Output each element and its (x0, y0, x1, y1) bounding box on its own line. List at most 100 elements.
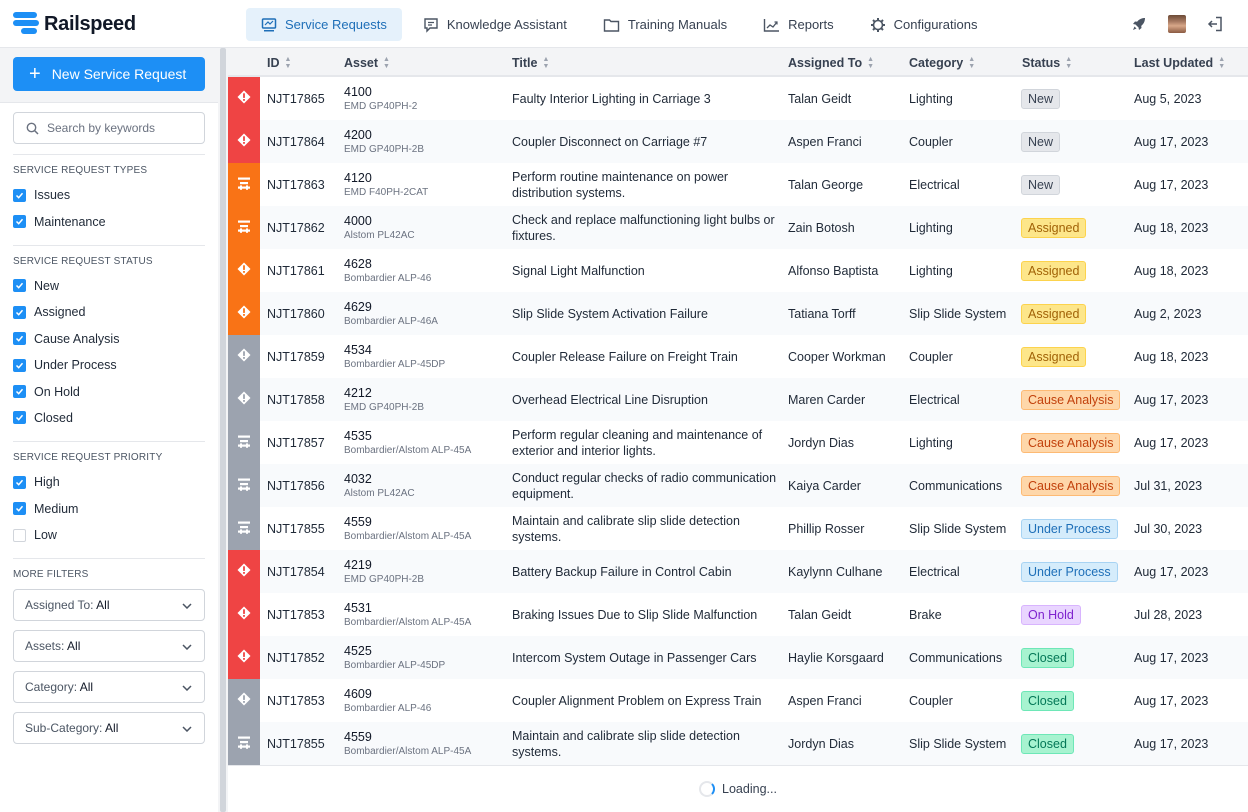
filter-low[interactable]: Low (0, 522, 218, 548)
table-row[interactable]: NJT17857 4535 Bombardier/Alstom ALP-45A Per… (228, 421, 1248, 464)
cell-id[interactable]: NJT17853 (267, 593, 325, 636)
status-badge: New (1021, 174, 1061, 195)
cell-status: Cause Analysis (1021, 464, 1121, 507)
cell-last-updated: Aug 17, 2023 (1134, 120, 1208, 163)
cell-id[interactable]: NJT17854 (267, 550, 325, 593)
checkbox-checked[interactable] (13, 502, 26, 516)
filter-on-hold[interactable]: On Hold (0, 378, 218, 404)
logout-icon[interactable] (1204, 13, 1226, 35)
cell-id[interactable]: NJT17862 (267, 206, 325, 249)
new-service-request-button[interactable]: + New Service Request (13, 57, 205, 91)
column-header-last-updated[interactable]: Last Updated ▲ ▼ (1134, 56, 1225, 70)
filter-cause-analysis[interactable]: Cause Analysis (0, 326, 218, 352)
filter-dropdown-sub-category[interactable]: Sub-Category: All (13, 712, 205, 745)
checkbox-checked[interactable] (13, 305, 26, 319)
rocket-icon[interactable] (1128, 13, 1150, 35)
cell-id[interactable]: NJT17857 (267, 421, 325, 464)
app-logo[interactable]: Railspeed (13, 12, 136, 36)
priority-indicator-high (228, 636, 260, 679)
table-row[interactable]: NJT17852 4525 Bombardier ALP-45DP Intercom … (228, 636, 1248, 679)
checkbox-checked[interactable] (13, 475, 26, 489)
issue-icon (237, 133, 251, 150)
scrollbar-thumb[interactable] (220, 48, 226, 812)
table-row[interactable]: NJT17862 4000 Alstom PL42AC Check and repla… (228, 206, 1248, 249)
assignee-name: Jordyn Dias (788, 435, 854, 450)
table-row[interactable]: NJT17856 4032 Alstom PL42AC Conduct regular… (228, 464, 1248, 507)
filter-dropdown-assets[interactable]: Assets: All (13, 630, 205, 663)
cell-id[interactable]: NJT17860 (267, 292, 325, 335)
table-row[interactable]: NJT17861 4628 Bombardier ALP-46 Signal Ligh… (228, 249, 1248, 292)
cell-id[interactable]: NJT17855 (267, 722, 325, 765)
table-row[interactable]: NJT17860 4629 Bombardier ALP-46A Slip Slide… (228, 292, 1248, 335)
table-row[interactable]: NJT17864 4200 EMD GP40PH-2B Coupler Disconn… (228, 120, 1248, 163)
column-header-status[interactable]: Status ▲ ▼ (1022, 56, 1072, 70)
request-id: NJT17852 (267, 650, 325, 665)
filter-issues[interactable]: Issues (0, 182, 218, 208)
cell-last-updated: Aug 2, 2023 (1134, 292, 1201, 335)
cell-id[interactable]: NJT17859 (267, 335, 325, 378)
table-row[interactable]: NJT17858 4212 EMD GP40PH-2B Overhead Electr… (228, 378, 1248, 421)
checkbox-unchecked[interactable] (13, 528, 26, 542)
cell-last-updated: Aug 18, 2023 (1134, 206, 1208, 249)
cell-assigned-to: Talan Geidt (788, 77, 851, 120)
table-row[interactable]: NJT17855 4559 Bombardier/Alstom ALP-45A Mai… (228, 722, 1248, 765)
column-header-category[interactable]: Category ▲ ▼ (909, 56, 975, 70)
checkbox-checked[interactable] (13, 279, 26, 293)
cell-id[interactable]: NJT17865 (267, 77, 325, 120)
filter-medium[interactable]: Medium (0, 496, 218, 522)
status-badge: Closed (1021, 690, 1074, 711)
nav-training-manuals[interactable]: Training Manuals (588, 8, 742, 41)
checkbox-checked[interactable] (13, 188, 26, 202)
search-input[interactable] (47, 121, 197, 135)
column-header-asset[interactable]: Asset ▲ ▼ (344, 56, 390, 70)
request-title: Intercom System Outage in Passenger Cars (512, 650, 757, 665)
cell-id[interactable]: NJT17863 (267, 163, 325, 206)
section-title-status: SERVICE REQUEST STATUS (13, 255, 153, 267)
filter-closed[interactable]: Closed (0, 405, 218, 431)
cell-id[interactable]: NJT17856 (267, 464, 325, 507)
cell-id[interactable]: NJT17853 (267, 679, 325, 722)
search-field[interactable] (13, 112, 205, 144)
checkbox-checked[interactable] (13, 215, 26, 229)
filter-under-process[interactable]: Under Process (0, 352, 218, 378)
column-header-assigned-to[interactable]: Assigned To ▲ ▼ (788, 56, 874, 70)
table-row[interactable]: NJT17853 4531 Bombardier/Alstom ALP-45A Bra… (228, 593, 1248, 636)
checkbox-checked[interactable] (13, 358, 26, 372)
nav-service-requests[interactable]: Service Requests (246, 8, 402, 41)
table-row[interactable]: NJT17853 4609 Bombardier ALP-46 Coupler Ali… (228, 679, 1248, 722)
user-avatar[interactable] (1166, 13, 1188, 35)
request-title: Conduct regular checks of radio communic… (512, 470, 777, 501)
checkbox-checked[interactable] (13, 411, 26, 425)
checkbox-checked[interactable] (13, 332, 26, 346)
filter-new[interactable]: New (0, 273, 218, 299)
nav-knowledge-assistant[interactable]: Knowledge Assistant (408, 8, 582, 41)
sidebar-scrollbar[interactable] (218, 48, 228, 812)
nav-reports[interactable]: Reports (748, 8, 849, 41)
asset-number: 4535 (344, 429, 372, 443)
column-header-title[interactable]: Title ▲ ▼ (512, 56, 549, 70)
cell-id[interactable]: NJT17864 (267, 120, 325, 163)
column-header-id[interactable]: ID ▲ ▼ (267, 56, 291, 70)
asset-number: 4219 (344, 558, 372, 572)
table-row[interactable]: NJT17854 4219 EMD GP40PH-2B Battery Backup … (228, 550, 1248, 593)
filter-high[interactable]: High (0, 469, 218, 495)
nav-configurations[interactable]: Configurations (855, 8, 993, 41)
filter-dropdown-category[interactable]: Category: All (13, 671, 205, 704)
filter-assigned[interactable]: Assigned (0, 299, 218, 325)
cell-id[interactable]: NJT17861 (267, 249, 325, 292)
cell-id[interactable]: NJT17855 (267, 507, 325, 550)
filter-dropdown-assigned-to[interactable]: Assigned To: All (13, 589, 205, 622)
table-row[interactable]: NJT17863 4120 EMD F40PH-2CAT Perform routin… (228, 163, 1248, 206)
cell-category: Coupler (909, 120, 953, 163)
checkbox-checked[interactable] (13, 385, 26, 399)
priority-indicator-medium (228, 163, 260, 206)
table-row[interactable]: NJT17855 4559 Bombardier/Alstom ALP-45A Mai… (228, 507, 1248, 550)
table-row[interactable]: NJT17859 4534 Bombardier ALP-45DP Coupler R… (228, 335, 1248, 378)
cell-title: Perform routine maintenance on power dis… (512, 163, 780, 206)
cell-id[interactable]: NJT17858 (267, 378, 325, 421)
filter-maintenance[interactable]: Maintenance (0, 208, 218, 234)
cell-assigned-to: Alfonso Baptista (788, 249, 878, 292)
table-row[interactable]: NJT17865 4100 EMD GP40PH-2 Faulty Interior … (228, 77, 1248, 120)
cell-id[interactable]: NJT17852 (267, 636, 325, 679)
assignee-name: Tatiana Torff (788, 306, 856, 321)
